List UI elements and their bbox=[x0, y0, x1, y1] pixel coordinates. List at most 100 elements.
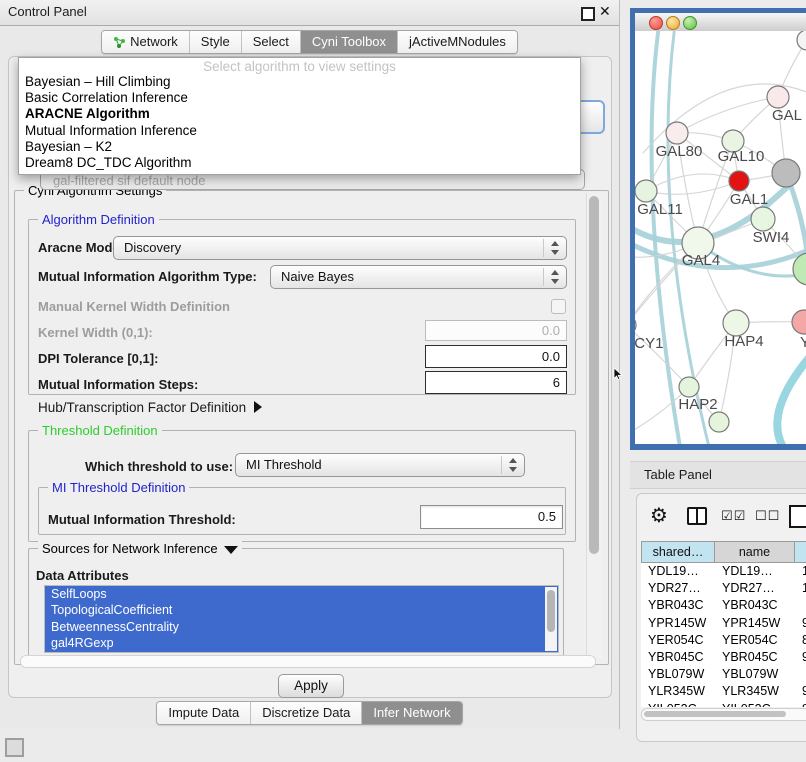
algorithm-option[interactable]: Basic Correlation Inference bbox=[19, 90, 580, 106]
aracne-mode-combo[interactable]: Discovery bbox=[113, 236, 567, 260]
table-column-header[interactable]: name bbox=[715, 541, 795, 563]
mi-type-combo[interactable]: Naive Bayes bbox=[270, 265, 567, 289]
deselect-all-icon[interactable]: ☐☐ bbox=[755, 508, 780, 524]
hub-definition-toggle[interactable]: Hub/Transcription Factor Definition bbox=[38, 400, 262, 415]
table-cell: YDR27… bbox=[715, 580, 795, 597]
network-node-label: HAP4 bbox=[724, 333, 763, 350]
network-node-label: GAL11 bbox=[637, 201, 683, 218]
table-row[interactable]: YLR345WYLR345W9. bbox=[641, 683, 806, 700]
table-cell: YBL079W bbox=[715, 666, 795, 683]
algorithm-option[interactable]: Mutual Information Inference bbox=[19, 123, 580, 139]
zoom-traffic-light-icon[interactable] bbox=[683, 16, 697, 30]
table-cell: YLR345W bbox=[641, 683, 715, 700]
tab-cyni-toolbox[interactable]: Cyni Toolbox bbox=[301, 31, 398, 53]
network-node-label: GAL10 bbox=[718, 148, 765, 165]
table-cell: YIL052C bbox=[715, 701, 795, 708]
network-edge[interactable] bbox=[646, 174, 739, 191]
data-attribute-item[interactable]: gal4RGexp bbox=[45, 635, 558, 651]
network-node-y[interactable] bbox=[792, 310, 806, 334]
table-row[interactable]: YBR043CYBR043C bbox=[641, 597, 806, 614]
combo-divider bbox=[501, 456, 502, 474]
mi-steps-field[interactable]: 6 bbox=[425, 371, 567, 394]
algorithm-option[interactable]: Bayesian – K2 bbox=[19, 139, 580, 155]
data-attribute-item[interactable]: SelfLoops bbox=[45, 586, 558, 602]
tab-select[interactable]: Select bbox=[242, 31, 301, 53]
bottom-tab-impute-data[interactable]: Impute Data bbox=[157, 702, 251, 724]
bottom-tab-discretize-data[interactable]: Discretize Data bbox=[251, 702, 362, 724]
algorithm-option[interactable]: ARACNE Algorithm bbox=[19, 106, 580, 122]
network-node-gal1[interactable] bbox=[729, 171, 749, 191]
network-node-swi4[interactable] bbox=[751, 207, 775, 231]
collapse-down-icon[interactable] bbox=[224, 546, 238, 554]
table-hscroll-thumb[interactable] bbox=[644, 711, 786, 717]
minimize-traffic-light-icon[interactable] bbox=[666, 16, 680, 30]
settings-scrollbar[interactable] bbox=[586, 193, 601, 659]
algorithm-option[interactable]: Dream8 DC_TDC Algorithm bbox=[19, 155, 580, 171]
tab-label: jActiveMNodules bbox=[409, 31, 506, 53]
combo-stepper-icon[interactable] bbox=[550, 270, 559, 284]
table-row[interactable]: YDL19…YDL19…13 bbox=[641, 563, 806, 580]
manual-kernel-label: Manual Kernel Width Definition bbox=[38, 299, 230, 314]
network-node-gcy1[interactable] bbox=[635, 315, 636, 335]
table-row[interactable]: YER054CYER054C8. bbox=[641, 632, 806, 649]
table-row[interactable]: YIL052CYIL052C9 bbox=[641, 701, 806, 708]
tab-style[interactable]: Style bbox=[190, 31, 242, 53]
tab-jactivemnodules[interactable]: jActiveMNodules bbox=[398, 31, 517, 53]
restore-window-icon[interactable] bbox=[581, 7, 595, 21]
table-cell: 9. bbox=[795, 615, 806, 632]
attributes-list-scrollbar[interactable] bbox=[545, 587, 557, 651]
panel-grip-icon[interactable] bbox=[5, 738, 24, 757]
network-node-label: GAL80 bbox=[656, 143, 703, 160]
combo-stepper-icon[interactable] bbox=[508, 458, 517, 472]
network-node-gal11[interactable] bbox=[635, 180, 657, 202]
network-node[interactable] bbox=[709, 412, 729, 432]
close-traffic-light-icon[interactable] bbox=[649, 16, 663, 30]
network-node[interactable] bbox=[772, 159, 800, 187]
network-node-gal[interactable] bbox=[767, 86, 789, 108]
combo-stepper-icon[interactable] bbox=[550, 241, 559, 255]
control-panel-titlebar[interactable]: Control Panel ✕ bbox=[0, 0, 619, 26]
algorithm-option[interactable]: Bayesian – Hill Climbing bbox=[19, 74, 580, 90]
columns-icon[interactable] bbox=[687, 507, 707, 525]
table-row[interactable]: YPR145WYPR145W9. bbox=[641, 615, 806, 632]
table-row[interactable]: YBL079WYBL079W bbox=[641, 666, 806, 683]
manual-kernel-checkbox[interactable] bbox=[551, 299, 566, 314]
data-attribute-item[interactable]: TopologicalCoefficient bbox=[45, 602, 558, 618]
combo-divider bbox=[543, 239, 544, 257]
mi-threshold-field[interactable]: 0.5 bbox=[420, 505, 563, 529]
table-panel-header[interactable]: Table Panel bbox=[630, 461, 806, 489]
screen: Control Panel ✕ NetworkStyleSelectCyni T… bbox=[0, 0, 806, 762]
close-window-icon[interactable]: ✕ bbox=[599, 3, 611, 20]
gear-icon[interactable]: ⚙ bbox=[650, 506, 668, 526]
network-edge[interactable] bbox=[677, 97, 778, 133]
table-column-header[interactable]: shared… bbox=[641, 541, 715, 563]
network-node-hap2[interactable] bbox=[679, 377, 699, 397]
apply-button[interactable]: Apply bbox=[278, 674, 344, 698]
new-table-icon[interactable] bbox=[789, 505, 806, 528]
attributes-list-scrollbar-thumb[interactable] bbox=[547, 590, 555, 632]
network-edge[interactable] bbox=[646, 181, 739, 194]
table-cell: YBR045C bbox=[715, 649, 795, 666]
which-threshold-combo[interactable]: MI Threshold bbox=[235, 453, 525, 477]
data-attributes-list[interactable]: SelfLoopsTopologicalCoefficientBetweenne… bbox=[44, 585, 559, 653]
dpi-tolerance-field[interactable]: 0.0 bbox=[425, 345, 567, 368]
kernel-width-field[interactable]: 0.0 bbox=[425, 320, 567, 341]
table-row[interactable]: YBR045CYBR045C9. bbox=[641, 649, 806, 666]
data-attribute-item[interactable]: BetweennessCentrality bbox=[45, 619, 558, 635]
bottom-tab-infer-network[interactable]: Infer Network bbox=[362, 702, 461, 724]
network-window-titlebar[interactable] bbox=[635, 13, 806, 32]
table-horizontal-scrollbar[interactable] bbox=[641, 708, 806, 721]
network-node[interactable] bbox=[797, 31, 806, 50]
tab-network[interactable]: Network bbox=[102, 31, 190, 53]
settings-horizontal-scrollbar[interactable] bbox=[20, 655, 596, 668]
network-node-gal80[interactable] bbox=[666, 122, 688, 144]
network-canvas[interactable]: GALGAL80GAL10GAL11GAL1SWI4GAL4GCY1HAP4YH… bbox=[635, 31, 806, 444]
settings-scrollbar-thumb[interactable] bbox=[589, 196, 599, 554]
network-edge[interactable] bbox=[652, 31, 680, 444]
table-column-header[interactable]: A bbox=[795, 541, 806, 563]
network-edge[interactable] bbox=[777, 353, 806, 444]
select-all-icon[interactable]: ☑☑ bbox=[721, 508, 746, 524]
table-row[interactable]: YDR27…YDR27…12 bbox=[641, 580, 806, 597]
table-cell: YDL19… bbox=[715, 563, 795, 580]
sources-group-title: Sources for Network Inference bbox=[38, 541, 242, 556]
